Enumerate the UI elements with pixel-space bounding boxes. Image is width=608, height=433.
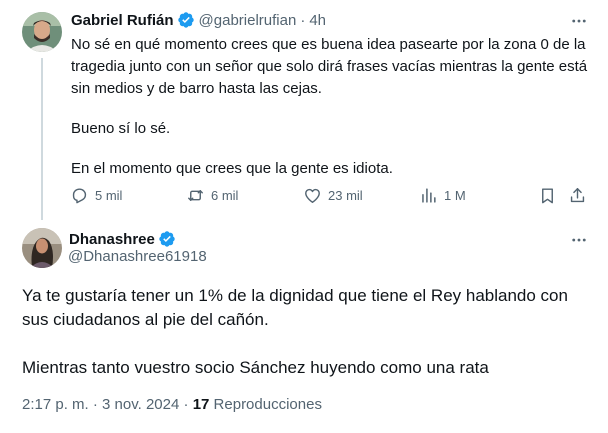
avatar-gabriel-rufian[interactable] bbox=[22, 12, 62, 52]
parent-text-paragraph-2: Bueno sí lo sé. bbox=[71, 120, 171, 137]
parent-separator: · bbox=[300, 11, 306, 29]
analytics-icon bbox=[422, 188, 436, 203]
parent-text-paragraph-1: No sé en qué momento crees que es buena … bbox=[71, 36, 588, 97]
reply-tweet-text: Ya te gustaría tener un 1% de la dignida… bbox=[22, 284, 592, 380]
like-button[interactable]: 23 mil bbox=[303, 186, 363, 205]
parent-action-bar: 5 mil 6 mil 23 mil 1 M bbox=[70, 186, 590, 208]
bookmark-button[interactable] bbox=[538, 186, 557, 205]
reply-text-paragraph-2: Mientras tanto vuestro socio Sánchez huy… bbox=[22, 358, 489, 377]
reply-text-paragraph-1: Ya te gustaría tener un 1% de la dignida… bbox=[22, 286, 568, 329]
views-count: 1 M bbox=[444, 188, 466, 203]
reply-author-handle[interactable]: @Dhanashree61918 bbox=[68, 248, 207, 265]
heart-icon bbox=[305, 188, 320, 203]
verified-badge-icon bbox=[158, 230, 176, 248]
share-icon bbox=[570, 188, 585, 203]
repost-icon bbox=[188, 190, 203, 201]
like-count: 23 mil bbox=[328, 188, 363, 203]
parent-tweet-text: No sé en qué momento crees que es buena … bbox=[71, 34, 591, 180]
reply-author-name[interactable]: Dhanashree bbox=[69, 231, 155, 248]
parent-author-row: Gabriel Rufián @gabrielrufian · 4h bbox=[71, 11, 326, 29]
reply-views-label: Reproducciones bbox=[213, 396, 322, 413]
thread-line bbox=[41, 58, 43, 220]
views-button[interactable]: 1 M bbox=[419, 186, 466, 205]
share-button[interactable] bbox=[568, 186, 587, 205]
reply-meta: 2:17 p. m. · 3 nov. 2024 · 17 Reproducci… bbox=[22, 396, 322, 413]
more-horizontal-icon[interactable] bbox=[569, 11, 589, 31]
more-horizontal-icon[interactable] bbox=[569, 230, 589, 250]
reply-time[interactable]: 2:17 p. m. bbox=[22, 396, 89, 413]
reply-count: 5 mil bbox=[95, 188, 123, 203]
reply-separator-1: · bbox=[92, 396, 98, 413]
parent-text-paragraph-3: En el momento que crees que la gente es … bbox=[71, 160, 393, 177]
reply-views-count: 17 bbox=[192, 396, 210, 413]
parent-author-handle[interactable]: @gabrielrufian bbox=[199, 12, 297, 29]
repost-button[interactable]: 6 mil bbox=[186, 186, 238, 205]
reply-separator-2: · bbox=[183, 396, 189, 413]
verified-badge-icon bbox=[177, 11, 195, 29]
reply-button[interactable]: 5 mil bbox=[70, 186, 122, 205]
avatar-dhanashree[interactable] bbox=[22, 228, 62, 268]
reply-icon bbox=[72, 188, 87, 204]
parent-timestamp[interactable]: 4h bbox=[309, 12, 326, 29]
parent-author-name[interactable]: Gabriel Rufián bbox=[71, 12, 174, 29]
reply-author-row: Dhanashree bbox=[69, 230, 176, 248]
reply-date[interactable]: 3 nov. 2024 bbox=[102, 396, 179, 413]
bookmark-icon bbox=[542, 188, 553, 204]
repost-count: 6 mil bbox=[211, 188, 239, 203]
